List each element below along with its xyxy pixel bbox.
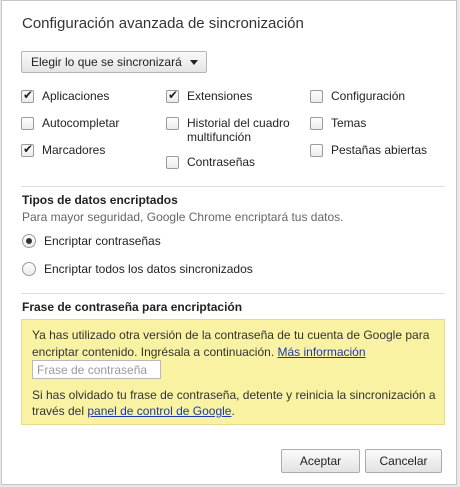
checkbox-omnibox-history[interactable]: Historial del cuadro multifunción	[166, 116, 296, 144]
passphrase-input[interactable]	[32, 360, 161, 379]
notice-paragraph: Ya has utilizado otra versión de la cont…	[32, 327, 437, 361]
checkbox-bookmarks[interactable]: Marcadores	[21, 142, 106, 157]
checkbox-passwords-box[interactable]	[166, 156, 179, 169]
dropdown-arrow-icon	[189, 59, 198, 65]
notice-text: Ya has utilizado otra versión de la cont…	[32, 328, 430, 359]
checkbox-themes[interactable]: Temas	[310, 116, 366, 130]
radio-encrypt-passwords-label: Encriptar contraseñas	[44, 234, 161, 248]
more-info-link[interactable]: Más información	[278, 345, 366, 359]
checkbox-autofill[interactable]: Autocompletar	[21, 116, 119, 130]
checkbox-settings[interactable]: Configuración	[310, 89, 405, 103]
checkbox-bookmarks-box[interactable]	[21, 142, 34, 157]
cancel-button[interactable]: Cancelar	[365, 449, 442, 473]
radio-encrypt-all[interactable]: Encriptar todos los datos sincronizados	[22, 262, 253, 276]
dialog-title: Configuración avanzada de sincronización	[22, 15, 304, 32]
checkbox-themes-label: Temas	[331, 116, 367, 130]
sync-choice-dropdown[interactable]: Elegir lo que se sincronizará	[21, 51, 207, 73]
checkbox-apps-box[interactable]	[21, 88, 34, 103]
checkbox-autofill-label: Autocompletar	[42, 116, 120, 130]
checkbox-open-tabs-box[interactable]	[310, 144, 323, 157]
checkbox-passwords-label: Contraseñas	[187, 155, 256, 169]
forgot-period: .	[231, 404, 235, 418]
checkbox-omnibox-history-box[interactable]	[166, 117, 179, 130]
checkbox-settings-label: Configuración	[331, 89, 406, 103]
checkbox-omnibox-history-label: Historial del cuadro multifunción	[187, 116, 290, 144]
checkbox-settings-box[interactable]	[310, 90, 323, 103]
encryption-section-title: Tipos de datos encriptados	[22, 193, 178, 207]
radio-encrypt-all-label: Encriptar todos los datos sincronizados	[44, 262, 253, 276]
checkbox-themes-box[interactable]	[310, 117, 323, 130]
accept-button[interactable]: Aceptar	[281, 449, 360, 473]
checkbox-extensions[interactable]: Extensiones	[166, 88, 253, 103]
checkbox-extensions-box[interactable]	[166, 88, 179, 103]
radio-encrypt-all-circle[interactable]	[22, 262, 36, 276]
encryption-description: Para mayor seguridad, Google Chrome encr…	[22, 210, 344, 224]
passphrase-notice: Ya has utilizado otra versión de la cont…	[21, 319, 445, 425]
checkbox-open-tabs-label: Pestañas abiertas	[331, 143, 428, 157]
checkbox-apps-label: Aplicaciones	[42, 89, 110, 103]
divider	[21, 186, 445, 187]
forgot-paragraph: Si has olvidado tu frase de contraseña, …	[32, 387, 437, 419]
radio-encrypt-passwords[interactable]: Encriptar contraseñas	[22, 234, 161, 248]
checkbox-bookmarks-label: Marcadores	[42, 143, 106, 157]
advanced-sync-dialog: Configuración avanzada de sincronización…	[1, 0, 457, 485]
checkbox-apps[interactable]: Aplicaciones	[21, 88, 110, 103]
checkbox-passwords[interactable]: Contraseñas	[166, 155, 255, 169]
checkbox-open-tabs[interactable]: Pestañas abiertas	[310, 143, 427, 157]
divider	[21, 293, 445, 294]
radio-encrypt-passwords-circle[interactable]	[22, 234, 36, 248]
google-dashboard-link[interactable]: panel de control de Google	[87, 404, 231, 418]
passphrase-section-title: Frase de contraseña para encriptación	[22, 300, 243, 314]
sync-choice-dropdown-label: Elegir lo que se sincronizará	[31, 55, 182, 69]
checkbox-extensions-label: Extensiones	[187, 89, 253, 103]
checkbox-autofill-box[interactable]	[21, 117, 34, 130]
